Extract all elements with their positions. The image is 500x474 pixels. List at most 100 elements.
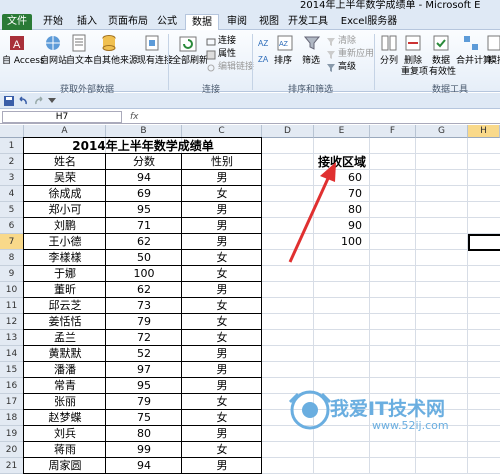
score-cell[interactable]: 80 bbox=[106, 426, 182, 442]
gender-cell[interactable]: 男 bbox=[182, 378, 262, 394]
tab-review[interactable]: 审阅 bbox=[222, 14, 252, 30]
gender-cell[interactable]: 男 bbox=[182, 170, 262, 186]
column-header-d[interactable]: D bbox=[262, 125, 314, 138]
score-cell[interactable]: 50 bbox=[106, 250, 182, 266]
name-box[interactable]: H7 bbox=[2, 111, 122, 123]
tab-excel-server[interactable]: Excel服务器 bbox=[334, 14, 404, 30]
score-cell[interactable]: 100 bbox=[106, 266, 182, 282]
tab-page-layout[interactable]: 页面布局 bbox=[106, 14, 150, 30]
gender-cell[interactable]: 男 bbox=[182, 282, 262, 298]
row-header[interactable]: 8 bbox=[0, 250, 24, 266]
tab-developer[interactable]: 开发工具 bbox=[286, 14, 330, 30]
name-cell[interactable]: 李樣樣 bbox=[24, 250, 106, 266]
gender-cell[interactable]: 女 bbox=[182, 186, 262, 202]
row-header[interactable]: 1 bbox=[0, 138, 24, 154]
column-header-f[interactable]: F bbox=[370, 125, 416, 138]
score-cell[interactable]: 71 bbox=[106, 218, 182, 234]
save-icon[interactable] bbox=[4, 96, 14, 106]
name-cell[interactable]: 刘鹏 bbox=[24, 218, 106, 234]
redo-icon[interactable] bbox=[34, 96, 44, 106]
tab-file[interactable]: 文件 bbox=[2, 14, 32, 30]
score-cell[interactable]: 99 bbox=[106, 442, 182, 458]
row-header[interactable]: 4 bbox=[0, 186, 24, 202]
sheet-title-cell[interactable]: 2014年上半年数学成绩单 bbox=[24, 138, 262, 154]
gender-cell[interactable]: 男 bbox=[182, 362, 262, 378]
score-cell[interactable]: 75 bbox=[106, 410, 182, 426]
gender-cell[interactable]: 女 bbox=[182, 442, 262, 458]
row-header[interactable]: 13 bbox=[0, 330, 24, 346]
score-cell[interactable]: 72 bbox=[106, 330, 182, 346]
gender-cell[interactable]: 女 bbox=[182, 298, 262, 314]
score-cell[interactable]: 79 bbox=[106, 314, 182, 330]
name-cell[interactable]: 王小德 bbox=[24, 234, 106, 250]
name-cell[interactable]: 张丽 bbox=[24, 394, 106, 410]
gender-cell[interactable]: 女 bbox=[182, 314, 262, 330]
gender-cell[interactable]: 男 bbox=[182, 218, 262, 234]
row-header[interactable]: 15 bbox=[0, 362, 24, 378]
row-header[interactable]: 7 bbox=[0, 234, 24, 250]
gender-cell[interactable]: 男 bbox=[182, 426, 262, 442]
undo-icon[interactable] bbox=[18, 96, 28, 106]
header-gender-cell[interactable]: 性别 bbox=[182, 154, 262, 170]
row-header[interactable]: 17 bbox=[0, 394, 24, 410]
selected-cell-h7[interactable] bbox=[468, 234, 500, 251]
tab-formulas[interactable]: 公式 bbox=[152, 14, 182, 30]
tab-view[interactable]: 视图 bbox=[254, 14, 284, 30]
score-cell[interactable]: 94 bbox=[106, 458, 182, 474]
name-cell[interactable]: 周家圆 bbox=[24, 458, 106, 474]
column-header-h[interactable]: H bbox=[468, 125, 500, 138]
row-header[interactable]: 14 bbox=[0, 346, 24, 362]
row-header[interactable]: 12 bbox=[0, 314, 24, 330]
name-cell[interactable]: 邱云芝 bbox=[24, 298, 106, 314]
name-cell[interactable]: 徐成成 bbox=[24, 186, 106, 202]
gender-cell[interactable]: 女 bbox=[182, 410, 262, 426]
name-cell[interactable]: 董昕 bbox=[24, 282, 106, 298]
name-cell[interactable]: 黄默默 bbox=[24, 346, 106, 362]
score-cell[interactable]: 94 bbox=[106, 170, 182, 186]
row-header[interactable]: 20 bbox=[0, 442, 24, 458]
name-cell[interactable]: 刘兵 bbox=[24, 426, 106, 442]
header-name-cell[interactable]: 姓名 bbox=[24, 154, 106, 170]
row-header[interactable]: 16 bbox=[0, 378, 24, 394]
name-cell[interactable]: 常青 bbox=[24, 378, 106, 394]
score-cell[interactable]: 73 bbox=[106, 298, 182, 314]
name-cell[interactable]: 吴荣 bbox=[24, 170, 106, 186]
tab-insert[interactable]: 插入 bbox=[72, 14, 102, 30]
row-header[interactable]: 9 bbox=[0, 266, 24, 282]
row-header[interactable]: 11 bbox=[0, 298, 24, 314]
header-score-cell[interactable]: 分数 bbox=[106, 154, 182, 170]
name-cell[interactable]: 孟兰 bbox=[24, 330, 106, 346]
fx-icon[interactable]: fx bbox=[130, 110, 139, 124]
name-cell[interactable]: 姜恬恬 bbox=[24, 314, 106, 330]
row-header[interactable]: 2 bbox=[0, 154, 24, 170]
name-cell[interactable]: 赵梦蝶 bbox=[24, 410, 106, 426]
score-cell[interactable]: 95 bbox=[106, 378, 182, 394]
score-cell[interactable]: 62 bbox=[106, 282, 182, 298]
name-cell[interactable]: 郑小可 bbox=[24, 202, 106, 218]
select-all-corner[interactable] bbox=[0, 125, 24, 138]
row-header[interactable]: 19 bbox=[0, 426, 24, 442]
row-header[interactable]: 6 bbox=[0, 218, 24, 234]
score-cell[interactable]: 95 bbox=[106, 202, 182, 218]
gender-cell[interactable]: 男 bbox=[182, 234, 262, 250]
customize-dropdown-icon[interactable] bbox=[48, 98, 56, 104]
gender-cell[interactable]: 女 bbox=[182, 266, 262, 282]
tab-home[interactable]: 开始 bbox=[38, 14, 68, 30]
name-cell[interactable]: 蒋雨 bbox=[24, 442, 106, 458]
gender-cell[interactable]: 女 bbox=[182, 394, 262, 410]
score-cell[interactable]: 52 bbox=[106, 346, 182, 362]
gender-cell[interactable]: 男 bbox=[182, 458, 262, 474]
row-header[interactable]: 10 bbox=[0, 282, 24, 298]
row-header[interactable]: 21 bbox=[0, 458, 24, 474]
tab-data[interactable]: 数据 bbox=[185, 14, 219, 30]
score-cell[interactable]: 97 bbox=[106, 362, 182, 378]
row-header[interactable]: 5 bbox=[0, 202, 24, 218]
score-cell[interactable]: 79 bbox=[106, 394, 182, 410]
gender-cell[interactable]: 女 bbox=[182, 330, 262, 346]
gender-cell[interactable]: 男 bbox=[182, 202, 262, 218]
row-header[interactable]: 3 bbox=[0, 170, 24, 186]
name-cell[interactable]: 潘潘 bbox=[24, 362, 106, 378]
column-header-g[interactable]: G bbox=[416, 125, 468, 138]
name-cell[interactable]: 于娜 bbox=[24, 266, 106, 282]
gender-cell[interactable]: 男 bbox=[182, 346, 262, 362]
